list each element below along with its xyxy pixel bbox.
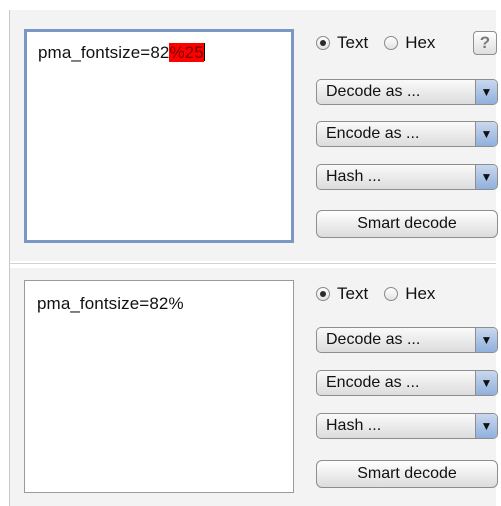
dropdown-arrow-icon: ▼ (475, 328, 497, 352)
encode-as-dropdown[interactable]: Encode as ... ▼ (316, 121, 498, 147)
help-button[interactable]: ? (473, 31, 497, 55)
bottom-format-radios: Text Hex (316, 284, 451, 304)
decode-as-label: Decode as ... (326, 331, 421, 348)
output-text-area[interactable]: pma_fontsize=82% (24, 280, 294, 493)
left-border (9, 10, 10, 506)
output-text: pma_fontsize=82% (37, 294, 184, 313)
hash-dropdown[interactable]: Hash ... ▼ (316, 413, 498, 439)
hex-radio-label[interactable]: Hex (405, 284, 435, 304)
text-radio-label[interactable]: Text (337, 33, 368, 53)
text-radio[interactable] (316, 287, 330, 301)
hash-dropdown[interactable]: Hash ... ▼ (316, 164, 498, 190)
dropdown-arrow-icon: ▼ (475, 165, 497, 189)
encode-as-label: Encode as ... (326, 125, 420, 142)
hash-label: Hash ... (326, 417, 382, 434)
text-radio[interactable] (316, 36, 330, 50)
dropdown-arrow-icon: ▼ (475, 80, 497, 104)
dropdown-arrow-icon: ▼ (475, 122, 497, 146)
text-radio-label[interactable]: Text (337, 284, 368, 304)
selected-text: %25 (169, 43, 204, 62)
hex-radio[interactable] (384, 36, 399, 50)
hex-radio[interactable] (384, 287, 399, 301)
smart-decode-button[interactable]: Smart decode (316, 210, 498, 238)
hash-label: Hash ... (326, 168, 382, 185)
hex-radio-label[interactable]: Hex (405, 33, 435, 53)
dropdown-arrow-icon: ▼ (475, 371, 497, 395)
input-text: pma_fontsize=82 (38, 43, 170, 62)
smart-decode-button[interactable]: Smart decode (316, 460, 498, 488)
decode-as-dropdown[interactable]: Decode as ... ▼ (316, 327, 498, 353)
decode-as-dropdown[interactable]: Decode as ... ▼ (316, 79, 498, 105)
decode-as-label: Decode as ... (326, 83, 421, 100)
help-icon: ? (479, 33, 491, 52)
text-caret (203, 43, 205, 61)
encode-as-dropdown[interactable]: Encode as ... ▼ (316, 370, 498, 396)
pane-divider[interactable] (10, 263, 496, 264)
encode-as-label: Encode as ... (326, 374, 420, 391)
top-format-radios: Text Hex (316, 33, 451, 53)
input-text-area[interactable]: pma_fontsize=82%25 (24, 29, 294, 243)
dropdown-arrow-icon: ▼ (475, 414, 497, 438)
